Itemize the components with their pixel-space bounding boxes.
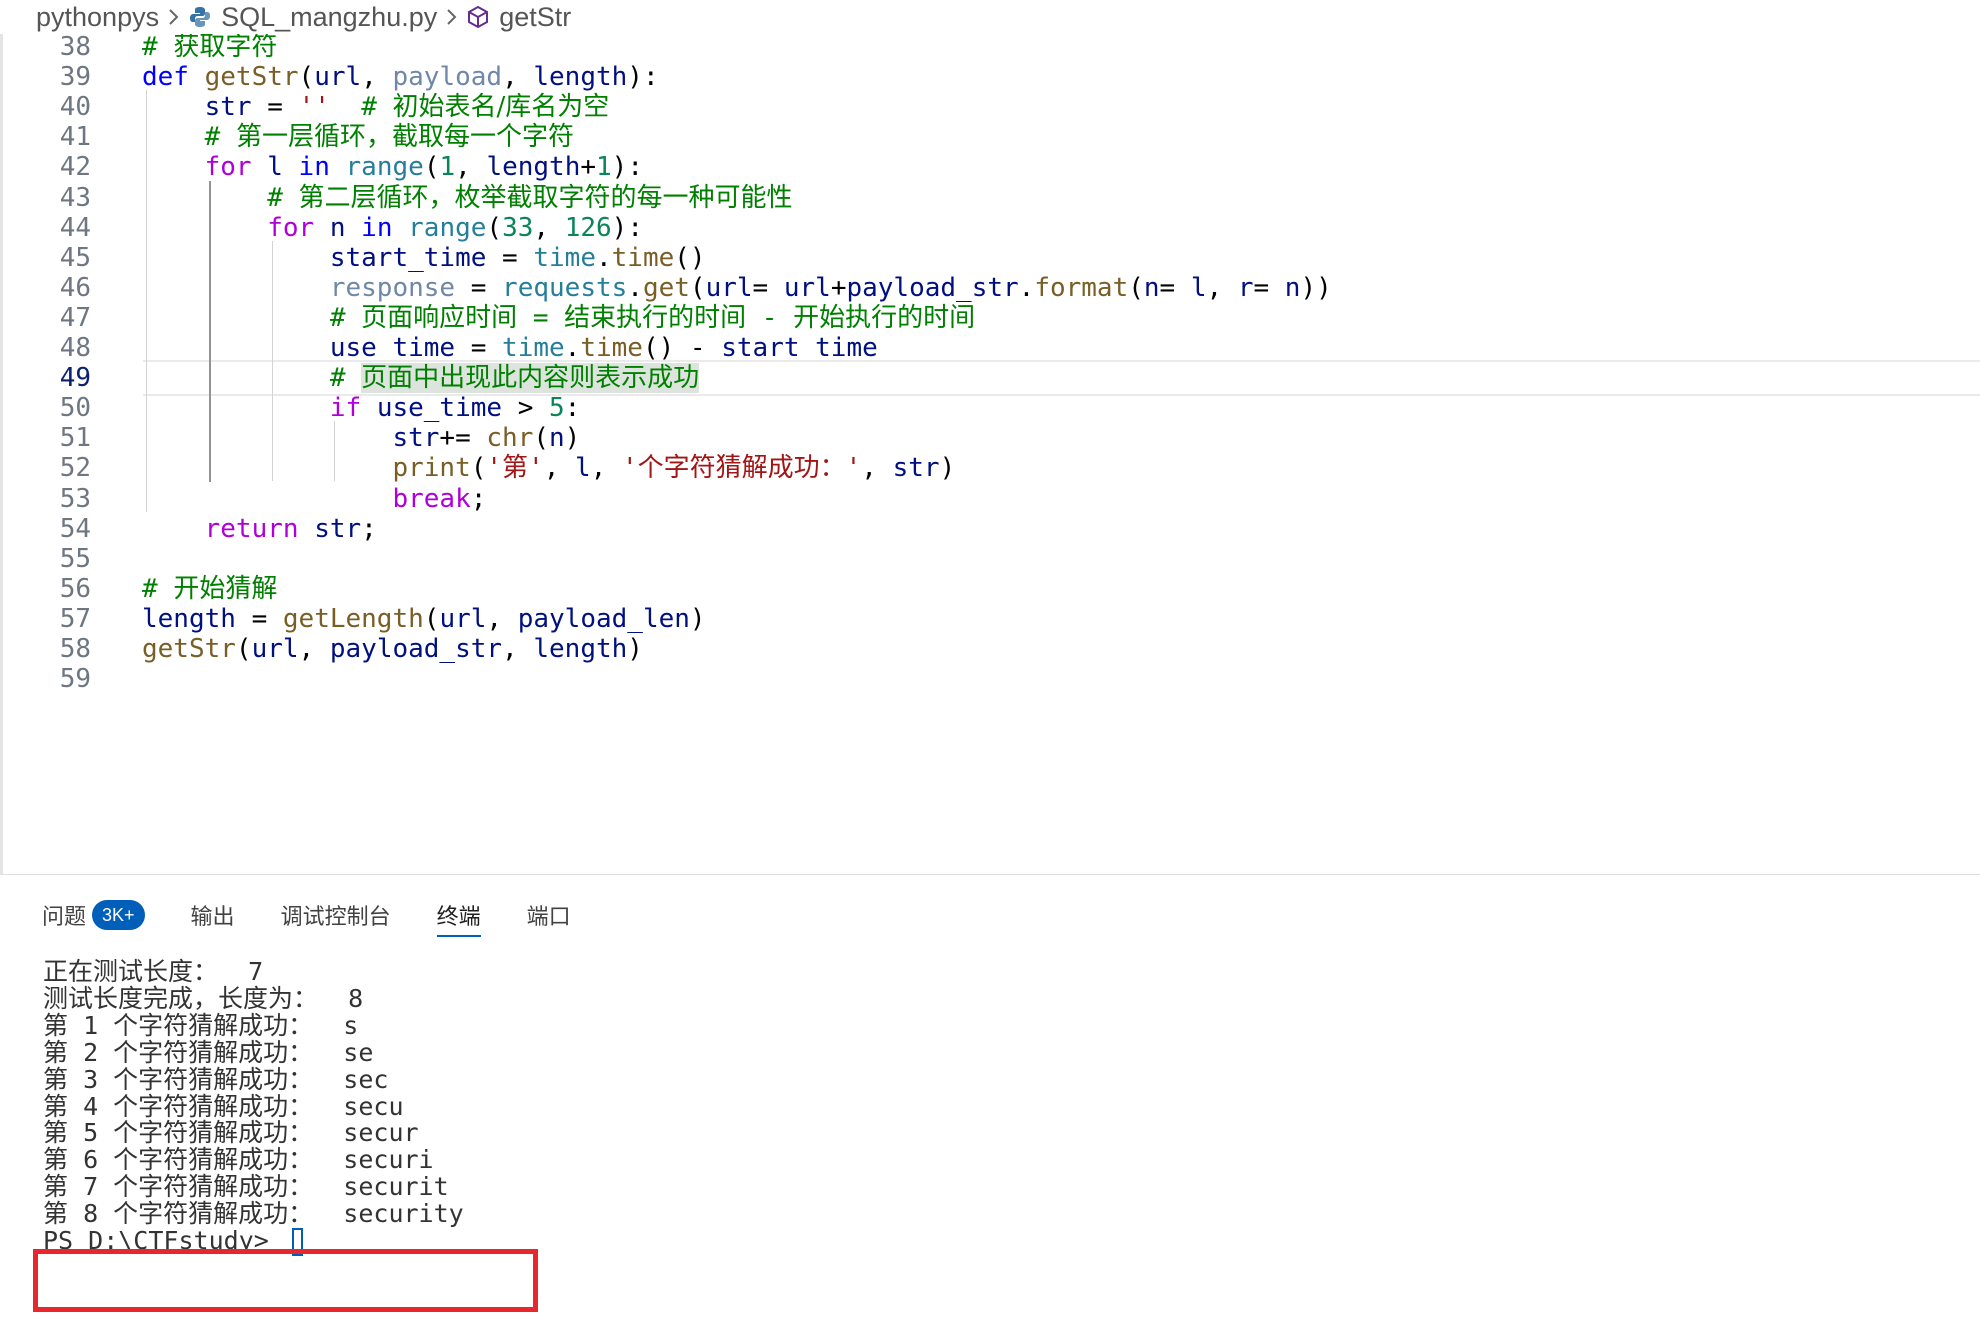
terminal-value: security <box>313 1199 464 1229</box>
tab-label: 问题 <box>42 905 87 930</box>
python-file-icon <box>189 6 211 28</box>
line-number: 59 <box>59 664 91 695</box>
breadcrumb-item-file[interactable]: SQL_mangzhu.py <box>189 2 437 33</box>
cube-symbol-icon <box>467 5 489 29</box>
problems-count-badge: 3K+ <box>92 900 145 930</box>
tab-0[interactable]: 问题 3K+ <box>42 889 145 941</box>
panel-tabs: 问题 3K+ 输出 调试控制台 终端 端口 <box>42 889 617 941</box>
tab-4[interactable]: 端口 <box>527 889 571 941</box>
tab-label: 输出 <box>190 905 235 930</box>
breadcrumb-item-symbol[interactable]: getStr <box>467 2 571 33</box>
breadcrumb-file-label: SQL_mangzhu.py <box>221 1 438 32</box>
indent-guide <box>271 240 273 482</box>
terminal-prompt: PS D:\CTFstudy> <box>43 1226 284 1255</box>
tab-label: 调试控制台 <box>280 905 391 930</box>
indent-guide <box>208 180 211 482</box>
indent-guide <box>146 90 147 512</box>
breadcrumb-symbol-label: getStr <box>499 1 572 32</box>
code-editor[interactable]: 38 # 获取字符 39 def getStr(url, payload, lengt… <box>0 34 1980 874</box>
chevron-right-icon <box>437 7 467 27</box>
indent-guide <box>334 421 336 482</box>
bottom-panel: 问题 3K+ 输出 调试控制台 终端 端口 正在测试长度： 7 测试长度完成，长度为： 8第… <box>0 874 1980 1331</box>
terminal-line: PS D:\CTFstudy> <box>43 1224 303 1258</box>
tab-3[interactable]: 终端 <box>436 889 481 941</box>
tab-label: 终端 <box>436 905 481 930</box>
breadcrumb-item-folder[interactable]: pythonpys <box>36 2 159 33</box>
tab-2[interactable]: 调试控制台 <box>281 889 391 941</box>
breadcrumb: pythonpys SQL_mangzhu.py getStr <box>0 0 1980 34</box>
breadcrumb-folder-label: pythonpys <box>36 1 160 32</box>
chevron-right-icon <box>159 7 189 27</box>
code-line[interactable]: 59 <box>3 660 1980 698</box>
tab-label: 端口 <box>526 905 571 930</box>
terminal-cursor[interactable] <box>291 1228 303 1256</box>
tab-1[interactable]: 输出 <box>191 889 235 941</box>
